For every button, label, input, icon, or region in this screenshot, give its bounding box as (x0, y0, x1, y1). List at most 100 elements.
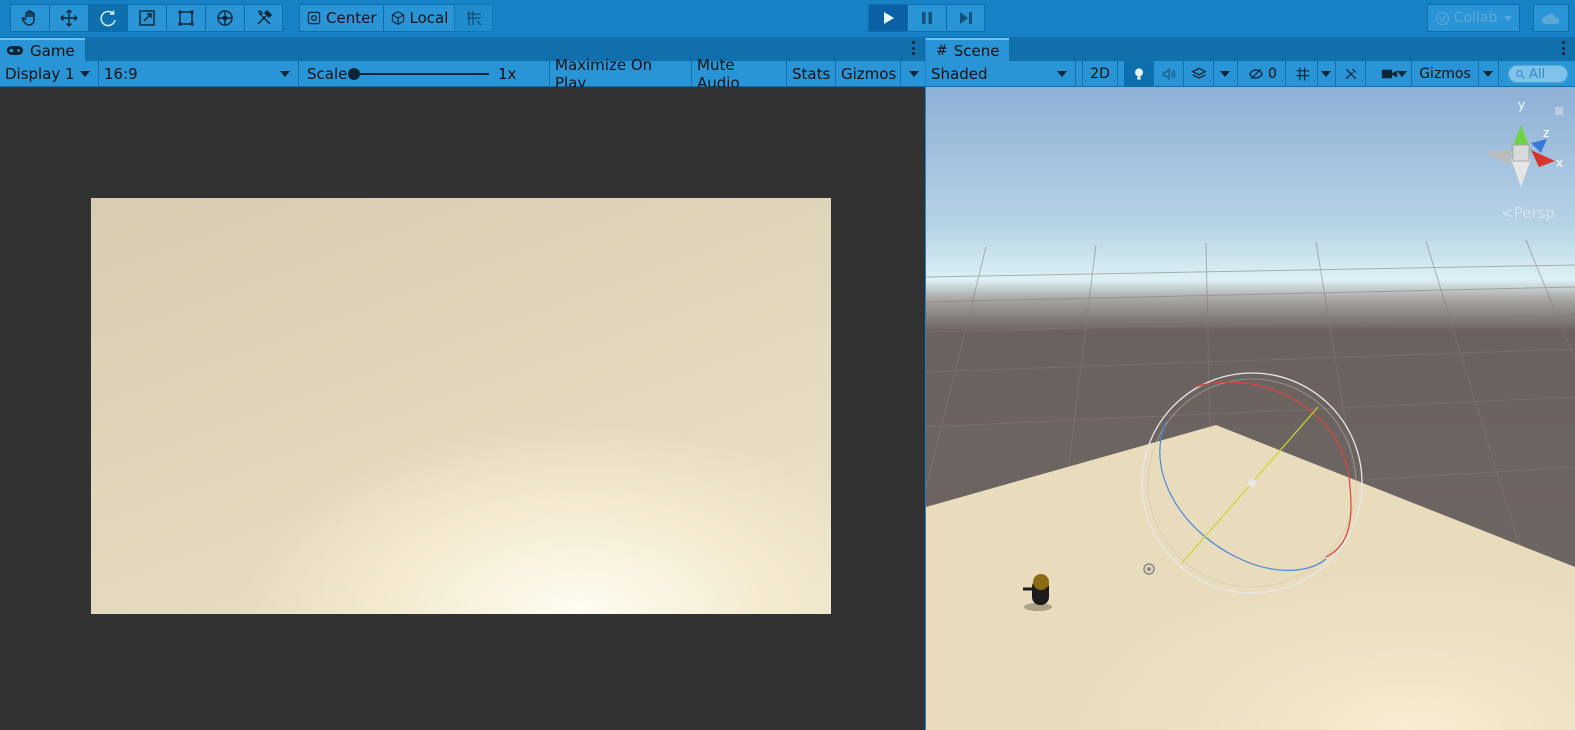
chevron-down-icon (280, 71, 290, 77)
pivot-rotation-button[interactable]: Local (382, 4, 455, 32)
orientation-gizmo[interactable]: y z x (1475, 95, 1565, 195)
effects-toggle[interactable] (1184, 61, 1214, 87)
playback-controls (868, 4, 985, 32)
hidden-objects-toggle[interactable]: 0 (1240, 61, 1286, 87)
shading-dropdown[interactable]: Shaded (926, 61, 1076, 87)
move-icon (60, 9, 78, 27)
aspect-dropdown[interactable]: 16:9 (99, 61, 299, 87)
scale-slider[interactable] (348, 68, 489, 80)
gizmos-toggle[interactable]: Gizmos (836, 61, 901, 87)
grid-icon (1296, 67, 1309, 81)
collab-dropdown[interactable]: Collab (1427, 4, 1520, 32)
chevron-down-icon (909, 71, 919, 77)
persp-label[interactable]: <Persp (1501, 204, 1555, 222)
game-panel: Game Display 1 16:9 Scale 1x Maximize On… (0, 37, 925, 730)
scene-gizmos-dropdown[interactable] (1479, 61, 1499, 87)
custom-tool-button[interactable] (244, 4, 283, 32)
lightbulb-icon (1134, 68, 1143, 80)
axis-label-x: x (1556, 156, 1563, 170)
scene-search-input[interactable]: All (1508, 65, 1568, 83)
pivot-rotation-label: Local (409, 9, 449, 27)
tools-icon (256, 9, 272, 25)
display-dropdown[interactable]: Display 1 (0, 61, 99, 87)
pivot-mode-label: Center (326, 9, 377, 27)
search-placeholder: All (1529, 66, 1546, 82)
pivot-mode-button[interactable]: Center (299, 4, 383, 32)
game-options-bar: Display 1 16:9 Scale 1x Maximize On Play… (0, 56, 925, 92)
search-icon (1516, 69, 1525, 79)
tab-scene-label: Scene (953, 41, 1000, 60)
shading-label: Shaded (931, 65, 988, 83)
scene-gizmos-label: Gizmos (1419, 66, 1471, 82)
eye-slash-icon (1248, 68, 1264, 80)
audio-toggle[interactable] (1154, 61, 1184, 87)
chevron-down-icon (1220, 71, 1230, 77)
step-button[interactable] (946, 4, 985, 32)
game-tabbar: Game (0, 37, 925, 61)
x-axis-cone[interactable] (1531, 150, 1555, 167)
rotate-tool-button[interactable] (88, 4, 127, 32)
aspect-label: 16:9 (104, 65, 138, 83)
scene-menu-icon[interactable] (1561, 41, 1565, 55)
scale-label: Scale (307, 65, 348, 83)
hand-tool-button[interactable] (10, 4, 49, 32)
lock-icon[interactable] (1555, 107, 1563, 115)
chevron-down-icon (80, 71, 90, 77)
check-icon (1435, 11, 1449, 25)
neg-x-cone[interactable] (1485, 149, 1511, 165)
pause-button[interactable] (907, 4, 946, 32)
tab-scene[interactable]: # Scene (926, 38, 1010, 61)
cloud-icon (1541, 13, 1560, 24)
scale-tool-button[interactable] (127, 4, 166, 32)
2d-toggle[interactable]: 2D (1082, 61, 1118, 87)
move-tool-button[interactable] (49, 4, 88, 32)
rect-tool-button[interactable] (166, 4, 205, 32)
grid-dropdown[interactable] (1318, 61, 1336, 87)
effects-dropdown[interactable] (1214, 61, 1238, 87)
2d-label: 2D (1090, 66, 1110, 82)
main-toolbar: Center Local Collab (0, 0, 1575, 37)
tools-icon (1345, 68, 1356, 80)
axis-label-z: z (1543, 126, 1549, 140)
neg-y-cone[interactable] (1511, 159, 1531, 187)
mute-audio-toggle[interactable]: Mute Audio (692, 56, 787, 92)
hash-icon: # (936, 42, 948, 59)
lighting-toggle[interactable] (1124, 61, 1154, 87)
scene-viewport[interactable]: y z x <Persp (926, 87, 1575, 730)
display-label: Display 1 (5, 65, 75, 83)
gizmos-label: Gizmos (841, 65, 897, 83)
gizmo-center-cube[interactable] (1512, 144, 1530, 162)
play-button[interactable] (868, 4, 907, 32)
view-mode-label: Persp (1513, 204, 1555, 222)
tab-game-label: Game (30, 41, 75, 60)
step-icon (959, 12, 972, 24)
stats-label: Stats (792, 65, 831, 83)
chevron-down-icon (1397, 71, 1407, 77)
gizmos-dropdown[interactable] (901, 61, 925, 87)
scene-gizmos-toggle[interactable]: Gizmos (1412, 61, 1479, 87)
grid-snap-icon (466, 11, 482, 26)
game-viewport[interactable] (0, 87, 925, 730)
layers-icon (1190, 67, 1207, 79)
camera-icon (1381, 69, 1398, 79)
stats-toggle[interactable]: Stats (787, 61, 836, 87)
chevron-left-icon: < (1501, 204, 1514, 222)
play-icon (884, 12, 894, 24)
cloud-button[interactable] (1533, 4, 1569, 32)
game-menu-icon[interactable] (911, 41, 915, 55)
tab-game[interactable]: Game (0, 38, 85, 61)
grid-snap-button[interactable] (454, 4, 494, 32)
grid-toggle[interactable] (1288, 61, 1318, 87)
pivot-controls: Center Local (299, 4, 494, 32)
scale-slider-thumb[interactable] (348, 68, 360, 80)
scale-control: Scale 1x (299, 61, 550, 87)
camera-dropdown[interactable] (1368, 61, 1412, 87)
z-axis-cone[interactable] (1531, 139, 1547, 153)
game-render (91, 198, 831, 614)
transform-icon (217, 10, 233, 26)
scale-icon (139, 10, 155, 26)
maximize-on-play-toggle[interactable]: Maximize On Play (550, 56, 692, 92)
transform-tool-button[interactable] (205, 4, 244, 32)
collab-label: Collab (1453, 10, 1498, 26)
tools-toggle[interactable] (1336, 61, 1366, 87)
